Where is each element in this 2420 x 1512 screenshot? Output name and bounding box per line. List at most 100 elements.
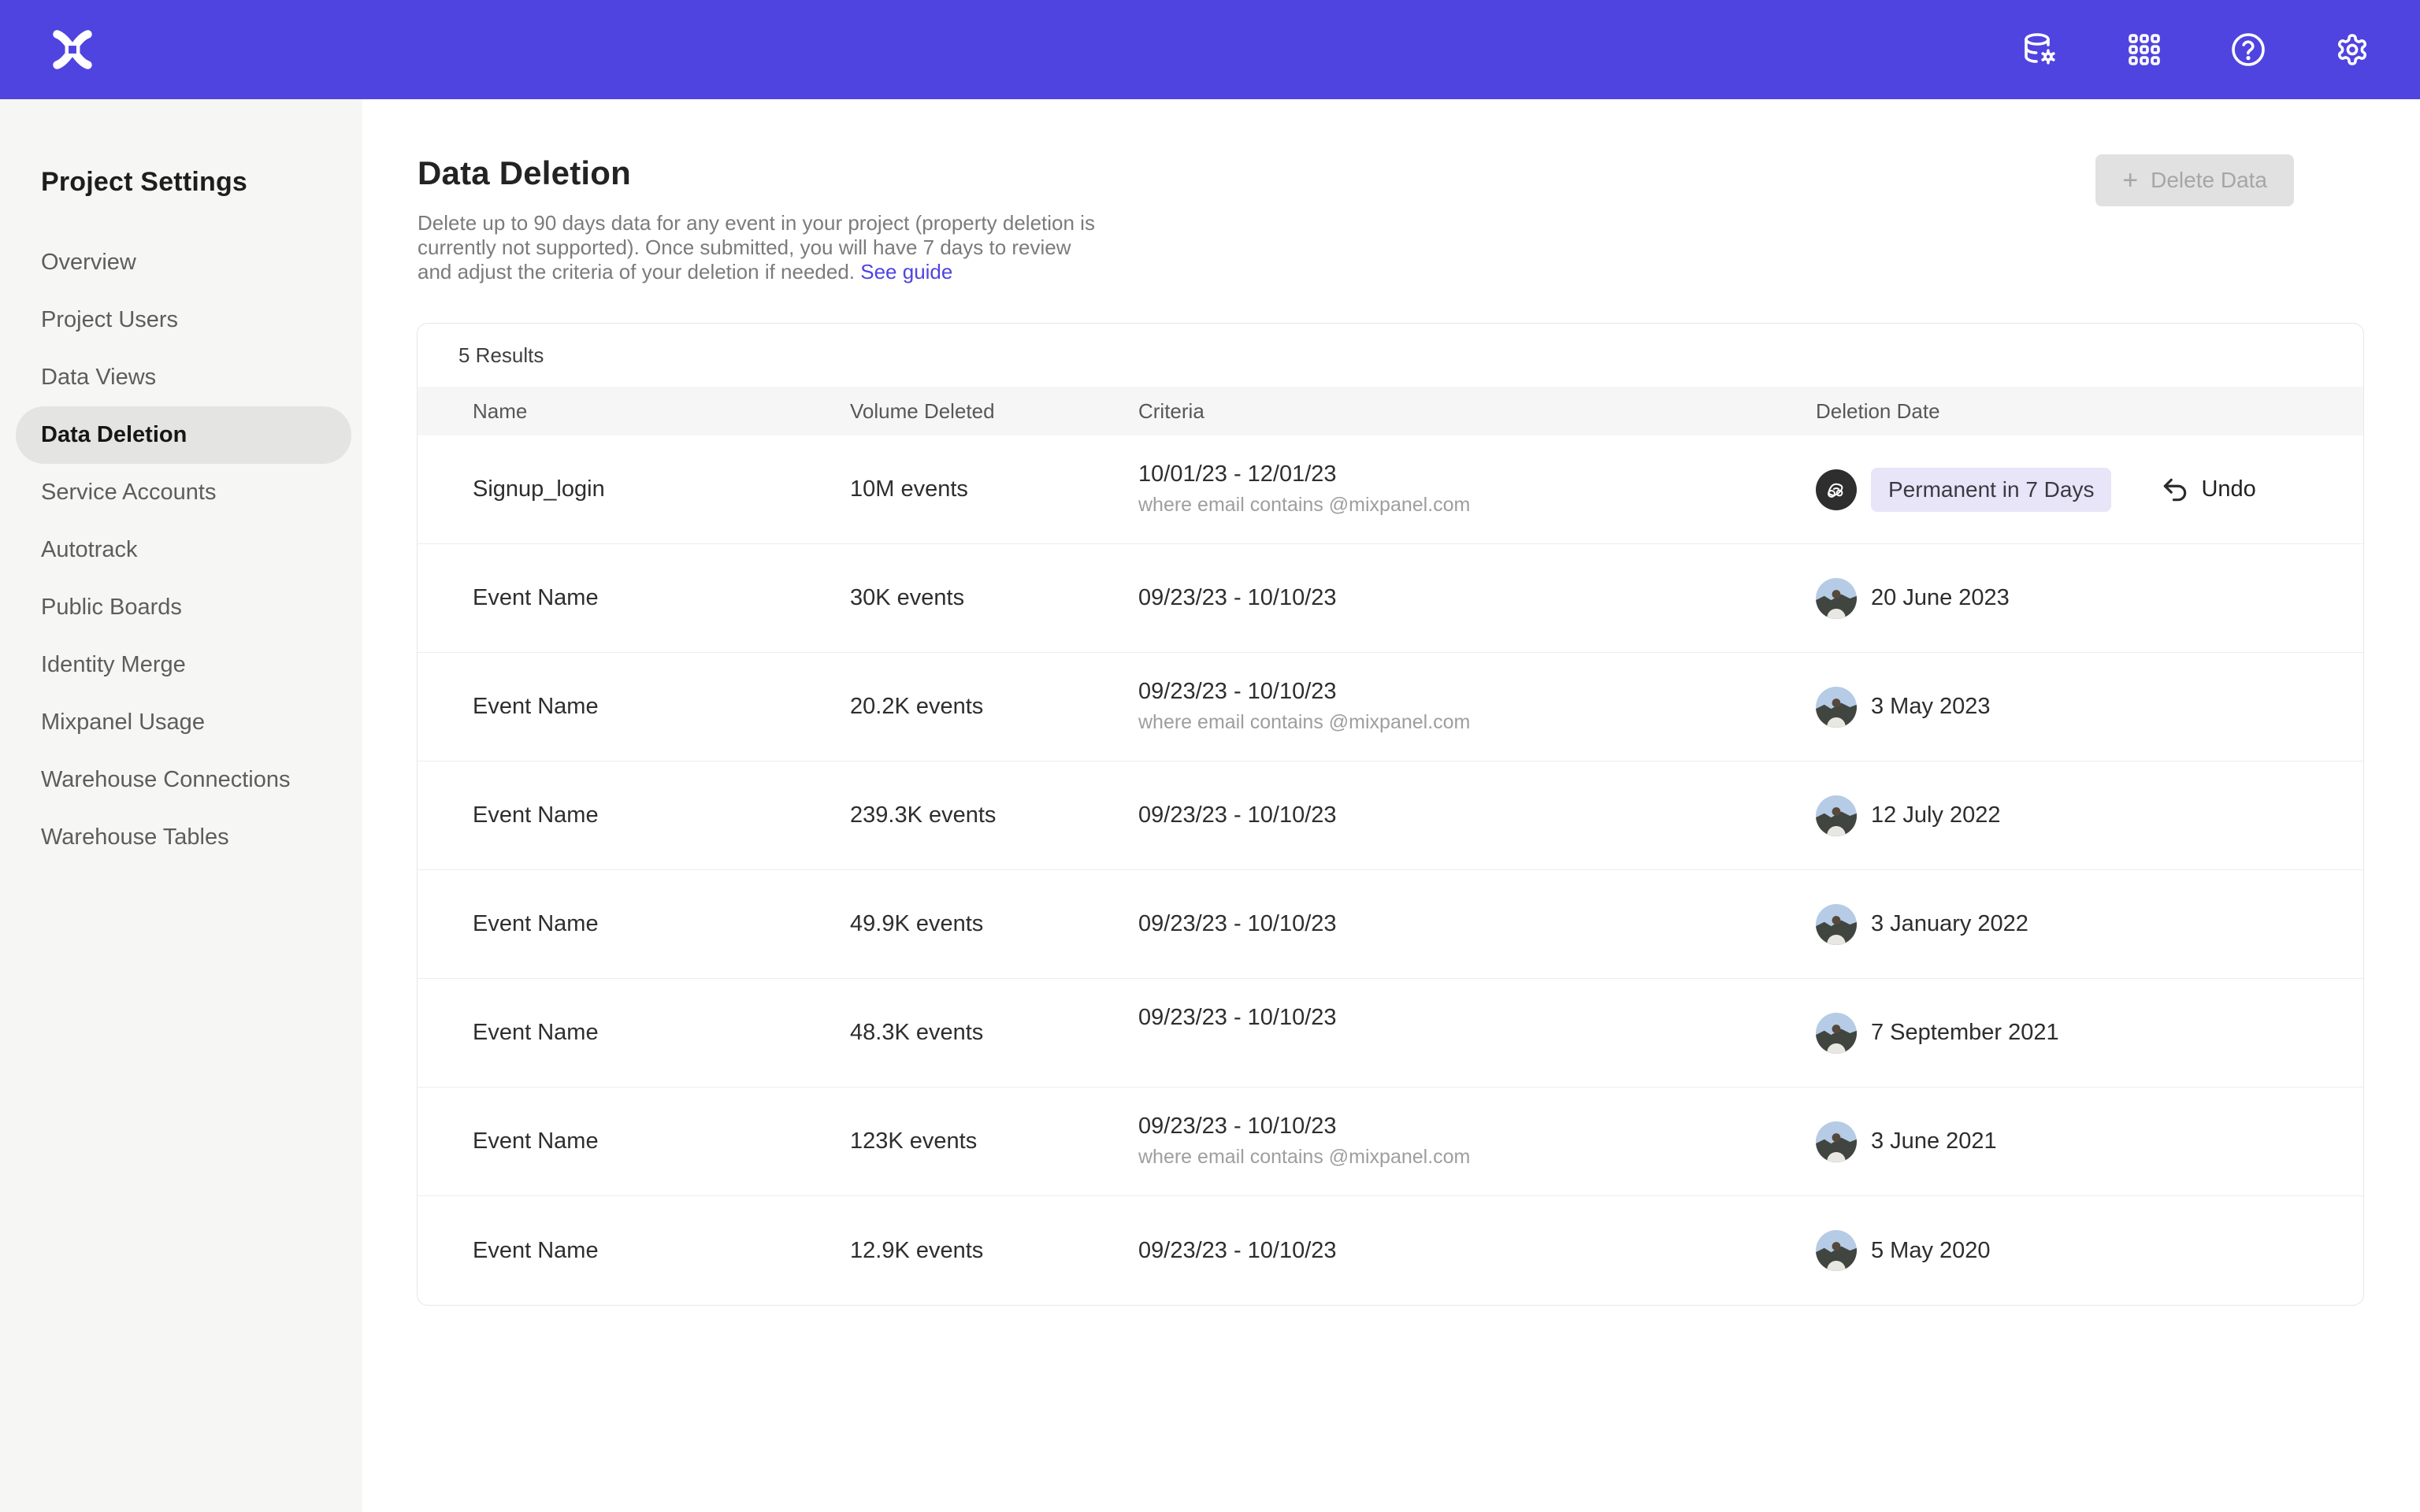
sidebar: Project Settings Overview Project Users …: [0, 99, 362, 1512]
sidebar-item-project-users[interactable]: Project Users: [16, 291, 351, 349]
user-avatar-photo: [1816, 795, 1857, 836]
deletion-date: 7 September 2021: [1871, 1020, 2059, 1046]
row-volume: 123K events: [850, 1128, 1138, 1154]
sidebar-item-label: Warehouse Tables: [41, 825, 229, 850]
data-settings-button[interactable]: [2017, 26, 2064, 73]
deletion-date: 20 June 2023: [1871, 585, 2010, 611]
photo-avatar-image: [1816, 1013, 1857, 1054]
row-name: Signup_login: [473, 476, 850, 502]
row-criteria: 10/01/23 - 12/01/23 where email contains…: [1138, 461, 1816, 517]
column-header-criteria: Criteria: [1138, 399, 1816, 424]
sidebar-item-identity-merge[interactable]: Identity Merge: [16, 636, 351, 694]
deletion-date: 5 May 2020: [1871, 1238, 1991, 1264]
row-criteria: 09/23/23 - 10/10/23 where email contains…: [1138, 1114, 1816, 1169]
permanent-badge: Permanent in 7 Days: [1871, 468, 2111, 512]
row-name: Event Name: [473, 1128, 850, 1154]
sidebar-item-label: Autotrack: [41, 537, 138, 563]
sidebar-item-public-boards[interactable]: Public Boards: [16, 579, 351, 636]
sidebar-item-mixpanel-usage[interactable]: Mixpanel Usage: [16, 694, 351, 751]
photo-avatar-image: [1816, 1230, 1857, 1271]
plus-icon: +: [2122, 167, 2138, 194]
page-description: Delete up to 90 days data for any event …: [418, 211, 1111, 284]
photo-avatar-image: [1816, 1121, 1857, 1162]
column-header-name: Name: [473, 399, 850, 424]
results-count: 5 Results: [458, 343, 544, 368]
table-row: Event Name 30K events 09/23/23 - 10/10/2…: [418, 544, 2363, 653]
row-deletion-date-cell: 12 July 2022: [1816, 795, 2363, 836]
sidebar-item-overview[interactable]: Overview: [16, 234, 351, 291]
photo-avatar-image: [1816, 578, 1857, 619]
sidebar-item-data-deletion[interactable]: Data Deletion: [16, 406, 351, 464]
row-volume: 10M events: [850, 476, 1138, 502]
row-criteria: 09/23/23 - 10/10/23: [1138, 1005, 1816, 1061]
database-gear-icon: [2021, 31, 2059, 69]
sidebar-item-warehouse-tables[interactable]: Warehouse Tables: [16, 809, 351, 866]
row-criteria-range: 09/23/23 - 10/10/23: [1138, 1238, 1816, 1264]
row-criteria: 09/23/23 - 10/10/23: [1138, 911, 1816, 937]
row-deletion-date-cell: Permanent in 7 Days Undo: [1816, 468, 2363, 512]
row-volume: 30K events: [850, 585, 1138, 611]
sidebar-item-label: Mixpanel Usage: [41, 710, 205, 736]
user-avatar-photo: [1816, 687, 1857, 728]
row-name: Event Name: [473, 802, 850, 828]
apps-grid-button[interactable]: [2121, 26, 2168, 73]
mixpanel-logo[interactable]: [44, 21, 101, 78]
apps-grid-icon: [2125, 31, 2163, 69]
sidebar-item-label: Warehouse Connections: [41, 767, 291, 793]
sidebar-item-label: Data Views: [41, 365, 156, 391]
topbar-actions: [2017, 26, 2376, 73]
row-criteria: 09/23/23 - 10/10/23: [1138, 802, 1816, 828]
photo-avatar-image: [1816, 687, 1857, 728]
table-toolbar: 5 Results: [418, 324, 2363, 387]
help-button[interactable]: [2225, 26, 2272, 73]
sidebar-item-label: Overview: [41, 250, 136, 276]
row-criteria-range: 09/23/23 - 10/10/23: [1138, 802, 1816, 828]
photo-avatar-image: [1816, 795, 1857, 836]
row-deletion-date-cell: 3 June 2021: [1816, 1121, 2363, 1162]
table-row: Event Name 48.3K events 09/23/23 - 10/10…: [418, 979, 2363, 1088]
help-circle-icon: [2229, 31, 2267, 69]
sidebar-item-data-views[interactable]: Data Views: [16, 349, 351, 406]
sidebar-item-service-accounts[interactable]: Service Accounts: [16, 464, 351, 521]
row-volume: 20.2K events: [850, 694, 1138, 720]
settings-button[interactable]: [2329, 26, 2376, 73]
user-avatar-photo: [1816, 1230, 1857, 1271]
row-criteria-filter: [1138, 1037, 1816, 1061]
sidebar-title: Project Settings: [0, 99, 362, 198]
row-volume: 239.3K events: [850, 802, 1138, 828]
user-avatar-photo: [1816, 904, 1857, 945]
page-title: Data Deletion: [418, 154, 2355, 192]
sidebar-item-label: Project Users: [41, 307, 178, 333]
row-name: Event Name: [473, 1238, 850, 1264]
see-guide-link[interactable]: See guide: [860, 260, 952, 284]
table-row: Event Name 49.9K events 09/23/23 - 10/10…: [418, 870, 2363, 979]
table-row: Event Name 239.3K events 09/23/23 - 10/1…: [418, 762, 2363, 870]
page-header: Data Deletion Delete up to 90 days data …: [418, 154, 2355, 284]
row-deletion-date-cell: 3 January 2022: [1816, 904, 2363, 945]
deletion-table-card: 5 Results Name Volume Deleted Criteria D…: [417, 323, 2364, 1306]
undo-icon: [2160, 475, 2190, 505]
row-name: Event Name: [473, 1020, 850, 1046]
mixpanel-logo-icon: [49, 26, 96, 73]
sidebar-item-label: Data Deletion: [41, 422, 187, 448]
row-criteria-range: 09/23/23 - 10/10/23: [1138, 585, 1816, 611]
undo-button[interactable]: Undo: [2160, 475, 2255, 505]
row-criteria-range: 09/23/23 - 10/10/23: [1138, 1005, 1816, 1031]
main-content: Data Deletion Delete up to 90 days data …: [362, 99, 2420, 1512]
deletion-date: 3 January 2022: [1871, 911, 2028, 937]
row-volume: 49.9K events: [850, 911, 1138, 937]
sidebar-item-label: Identity Merge: [41, 652, 186, 678]
table-row: Event Name 20.2K events 09/23/23 - 10/10…: [418, 653, 2363, 762]
sidebar-item-autotrack[interactable]: Autotrack: [16, 521, 351, 579]
table-body: Signup_login 10M events 10/01/23 - 12/01…: [418, 435, 2363, 1305]
page-description-text: Delete up to 90 days data for any event …: [418, 211, 1095, 284]
photo-avatar-image: [1816, 904, 1857, 945]
sidebar-item-label: Service Accounts: [41, 480, 216, 506]
sidebar-item-warehouse-connections[interactable]: Warehouse Connections: [16, 751, 351, 809]
delete-data-button[interactable]: + Delete Data: [2095, 154, 2294, 206]
row-name: Event Name: [473, 911, 850, 937]
deletion-date: 3 May 2023: [1871, 694, 1991, 720]
column-header-deletion-date: Deletion Date: [1816, 399, 2363, 424]
table-row: Event Name 123K events 09/23/23 - 10/10/…: [418, 1088, 2363, 1196]
user-avatar-illustration: [1816, 469, 1857, 510]
